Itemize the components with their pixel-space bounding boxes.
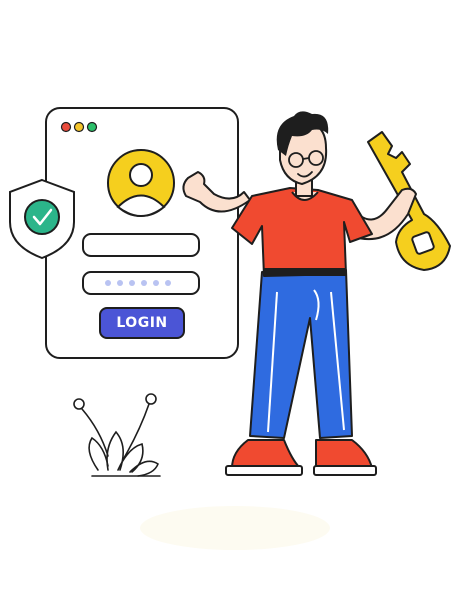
password-dot bbox=[129, 280, 135, 286]
password-field[interactable] bbox=[82, 271, 200, 295]
password-dot bbox=[141, 280, 147, 286]
username-field[interactable] bbox=[82, 233, 200, 257]
login-button[interactable]: LOGIN bbox=[99, 307, 185, 339]
password-dot bbox=[153, 280, 159, 286]
password-dot bbox=[117, 280, 123, 286]
login-illustration: LOGIN bbox=[0, 0, 458, 615]
illustration-canvas bbox=[9, 107, 451, 550]
password-mask bbox=[105, 280, 171, 286]
password-dot bbox=[165, 280, 171, 286]
user-avatar-icon bbox=[107, 149, 175, 218]
plant-icon bbox=[73, 393, 161, 477]
window-dot-green-icon bbox=[86, 121, 98, 133]
window-dot-yellow-icon bbox=[73, 121, 85, 133]
floor-shadow bbox=[140, 506, 330, 550]
window-dot-red-icon bbox=[60, 121, 72, 133]
password-dot bbox=[105, 280, 111, 286]
